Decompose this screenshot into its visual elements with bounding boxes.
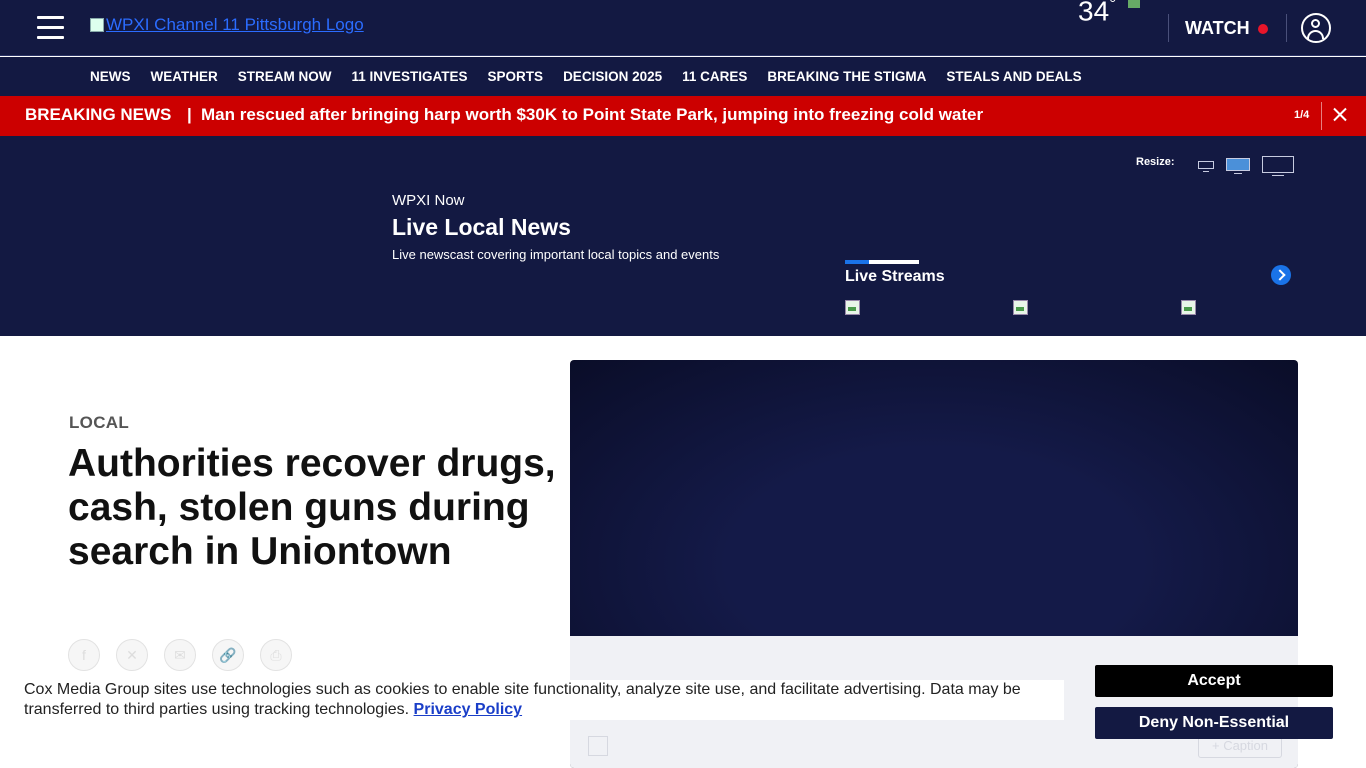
stream-thumbnail[interactable] [1013, 300, 1028, 315]
menu-icon[interactable] [37, 16, 64, 40]
cookie-banner: Cox Media Group sites use technologies s… [0, 665, 1366, 768]
breaking-headline-link[interactable]: Man rescued after bringing harp worth $3… [201, 105, 983, 125]
divider [1321, 102, 1322, 130]
live-kicker: WPXI Now [392, 192, 465, 209]
live-streams-title: Live Streams [845, 268, 945, 285]
live-description: Live newscast covering important local t… [392, 247, 720, 262]
temperature-value: 34 [1078, 0, 1110, 27]
nav-item-breaking-the-stigma[interactable]: BREAKING THE STIGMA [767, 69, 926, 84]
streams-progress [845, 260, 919, 264]
logo-alt-text: WPXI Channel 11 Pittsburgh Logo [106, 15, 364, 34]
main-nav: NEWS WEATHER STREAM NOW 11 INVESTIGATES … [0, 57, 1366, 96]
close-icon[interactable] [1330, 104, 1350, 124]
watch-live-button[interactable]: WATCH [1185, 18, 1268, 39]
top-header: WPXI Channel 11 Pittsburgh Logo 34° WATC… [0, 0, 1366, 56]
live-player-section: Resize: WPXI Now Live Local News Live ne… [0, 136, 1366, 336]
article-headline: Authorities recover drugs, cash, stolen … [68, 442, 556, 573]
stream-thumbnail[interactable] [1181, 300, 1196, 315]
site-logo[interactable]: WPXI Channel 11 Pittsburgh Logo [90, 15, 364, 35]
temperature[interactable]: 34° [1078, 0, 1116, 27]
live-title: Live Local News [392, 214, 571, 240]
nav-item-weather[interactable]: WEATHER [151, 69, 218, 84]
resize-large-icon[interactable] [1262, 156, 1294, 176]
degree-symbol: ° [1109, 0, 1117, 14]
nav-item-sports[interactable]: SPORTS [488, 69, 544, 84]
weather-icon [1128, 0, 1140, 8]
privacy-policy-link[interactable]: Privacy Policy [414, 701, 523, 718]
nav-item-decision-2025[interactable]: DECISION 2025 [563, 69, 662, 84]
resize-label: Resize: [1136, 156, 1175, 168]
nav-item-steals-and-deals[interactable]: STEALS AND DEALS [946, 69, 1081, 84]
live-dot-icon [1257, 23, 1268, 34]
accept-button[interactable]: Accept [1095, 665, 1333, 697]
section-kicker[interactable]: LOCAL [69, 413, 129, 433]
resize-small-icon[interactable] [1198, 161, 1214, 172]
account-icon[interactable] [1301, 13, 1331, 43]
breaking-label: BREAKING NEWS [25, 105, 172, 124]
nav-item-news[interactable]: NEWS [90, 69, 131, 84]
cookie-message: Cox Media Group sites use technologies s… [24, 681, 1021, 718]
nav-item-stream-now[interactable]: STREAM NOW [238, 69, 332, 84]
resize-medium-icon[interactable] [1226, 158, 1250, 174]
breaking-news-banner: BREAKING NEWS | Man rescued after bringi… [0, 96, 1366, 136]
broken-image-icon [90, 18, 104, 32]
breaking-counter: 1/4 [1294, 109, 1310, 121]
nav-item-11-investigates[interactable]: 11 INVESTIGATES [352, 69, 468, 84]
stream-thumbnail[interactable] [845, 300, 860, 315]
divider [1168, 14, 1169, 42]
cookie-text: Cox Media Group sites use technologies s… [24, 680, 1064, 720]
divider [1286, 14, 1287, 42]
breaking-separator: | [187, 105, 192, 124]
chevron-right-icon[interactable] [1271, 265, 1291, 285]
nav-item-11-cares[interactable]: 11 CARES [682, 69, 747, 84]
watch-label: WATCH [1185, 18, 1250, 38]
deny-non-essential-button[interactable]: Deny Non-Essential [1095, 707, 1333, 739]
